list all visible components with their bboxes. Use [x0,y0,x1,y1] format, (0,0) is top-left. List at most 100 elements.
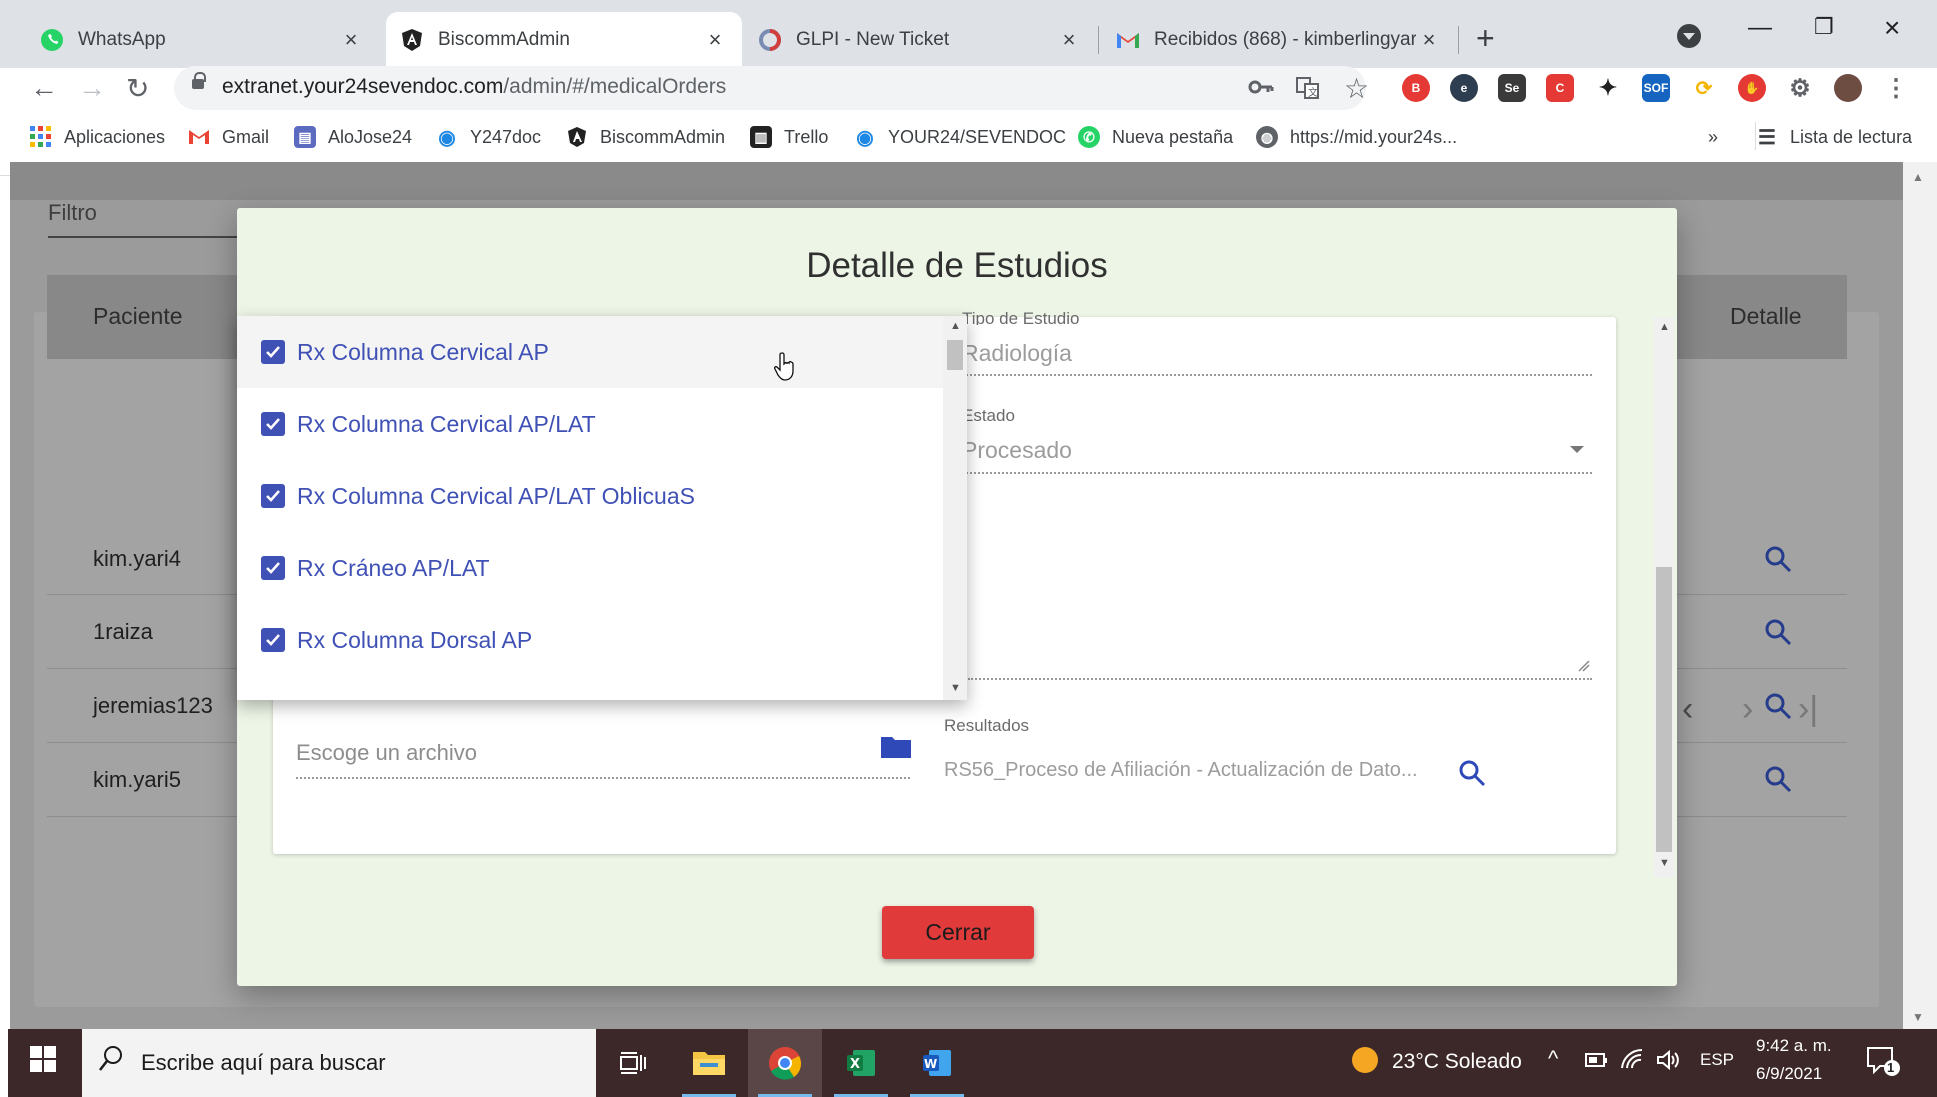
previous-page-icon[interactable]: ‹ [1682,690,1693,729]
restore-icon[interactable]: ❐ [1814,14,1834,40]
chrome-button[interactable] [748,1029,822,1097]
windows-start-icon[interactable] [30,1046,56,1072]
adblock-icon[interactable]: ✋ [1738,74,1766,102]
list-item[interactable]: Rx Columna Cervical AP/LAT OblicuaS [237,460,943,532]
list-item[interactable]: Rx Cráneo AP/LAT [237,532,943,604]
minimize-icon[interactable]: — [1748,14,1772,42]
scroll-up-icon[interactable]: ▲ [1659,321,1670,333]
bookmark-biscommadmin[interactable]: BiscommAdmin [566,124,725,150]
close-window-icon[interactable]: × [1884,12,1900,44]
page-scrollbar[interactable]: ▲ ▼ [1903,162,1937,1029]
extension-icon[interactable]: B [1402,74,1430,102]
tab-whatsapp[interactable]: WhatsApp × [26,12,378,68]
menu-icon[interactable]: ⋮ [1882,74,1910,102]
tab-glpi[interactable]: GLPI - New Ticket × [744,12,1096,68]
bookmark-star-icon[interactable]: ☆ [1344,72,1369,105]
scroll-down-icon[interactable]: ▼ [950,682,961,694]
url-text[interactable]: extranet.your24sevendoc.com/admin/#/medi… [222,75,726,99]
chevron-down-icon[interactable] [1570,446,1584,453]
clock-date[interactable]: 6/9/2021 [1756,1064,1822,1084]
wifi-icon[interactable] [1620,1048,1644,1070]
checkbox-checked-icon[interactable] [261,412,285,436]
extension-icon[interactable]: C [1546,74,1574,102]
show-hidden-icons-chevron-icon[interactable]: ^ [1548,1046,1558,1072]
close-tab-icon[interactable]: × [1416,27,1442,53]
bookmark-mid[interactable]: ◍ https://mid.your24s... [1256,124,1457,150]
tab-search-icon[interactable] [1677,24,1701,48]
key-icon[interactable] [1248,76,1274,104]
scroll-down-icon[interactable]: ▼ [1659,857,1670,869]
clock-time[interactable]: 9:42 a. m. [1756,1036,1832,1056]
bookmark-nueva-pestana[interactable]: ✆ Nueva pestaña [1078,124,1233,150]
notification-center-icon[interactable] [1866,1046,1902,1076]
last-page-icon[interactable]: ›| [1798,690,1818,729]
file-input[interactable]: Escoge un archivo [296,740,477,766]
search-icon[interactable] [1764,692,1792,720]
forward-icon[interactable]: → [78,72,106,104]
volume-icon[interactable] [1656,1049,1682,1071]
notes-textarea[interactable] [962,490,1592,672]
weather-text[interactable]: 23°C Soleado [1392,1050,1522,1074]
close-tab-icon[interactable]: × [702,27,728,53]
search-icon[interactable] [1764,765,1792,793]
close-button[interactable]: Cerrar [882,906,1034,959]
checkbox-checked-icon[interactable] [261,340,285,364]
extension-icon[interactable]: e [1450,74,1478,102]
scroll-up-icon[interactable]: ▲ [950,320,961,332]
close-tab-icon[interactable]: × [1056,27,1082,53]
dialog-scrollbar[interactable]: ▲ ▼ [1654,317,1674,877]
search-icon[interactable] [1458,759,1486,787]
translate-icon[interactable]: 文 [1296,76,1320,107]
scrollbar-thumb[interactable] [1656,567,1672,852]
bookmark-y247doc[interactable]: ◉ Y247doc [436,124,541,150]
battery-icon[interactable] [1584,1050,1608,1070]
tab-biscommadmin[interactable]: BiscommAdmin × [386,12,742,68]
scroll-up-icon[interactable]: ▲ [1912,170,1924,184]
reading-list-button[interactable]: ☰ Lista de lectura [1756,124,1912,150]
sof-icon[interactable]: SOF [1642,74,1670,102]
back-icon[interactable]: ← [30,72,58,104]
sun-icon[interactable] [1350,1045,1380,1075]
folder-icon[interactable] [880,733,912,759]
list-item[interactable]: Rx Columna Cervical AP [237,316,943,388]
reload-icon[interactable]: ↻ [126,72,149,105]
notification-badge: 1 [1887,1060,1895,1075]
new-tab-button[interactable]: + [1476,20,1495,57]
bookmark-trello[interactable]: ▥ Trello [750,124,828,150]
page-icon: ▤ [294,126,316,148]
bookmark-apps[interactable]: Aplicaciones [30,124,165,150]
checkbox-checked-icon[interactable] [261,484,285,508]
list-item[interactable]: Rx Columna Dorsal AP [237,604,943,676]
bookmarks-overflow-button[interactable]: » [1708,124,1718,150]
status-select[interactable]: Procesado [962,437,1072,464]
extension-icon[interactable]: ✦ [1594,74,1622,102]
selenium-icon[interactable]: Se [1498,74,1526,102]
bookmark-gmail[interactable]: Gmail [188,124,269,150]
word-button[interactable]: W [900,1029,974,1097]
close-tab-icon[interactable]: × [338,27,364,53]
task-view-button[interactable] [596,1029,670,1097]
next-page-icon[interactable]: › [1742,690,1753,729]
scroll-down-icon[interactable]: ▼ [1912,1010,1924,1024]
bookmark-alojose24[interactable]: ▤ AloJose24 [294,124,412,150]
checkbox-checked-icon[interactable] [261,556,285,580]
scrollbar-thumb[interactable] [947,340,963,370]
excel-button[interactable]: X [824,1029,898,1097]
column-header-patient[interactable]: Paciente [93,303,183,330]
filter-input[interactable] [48,236,238,238]
file-explorer-button[interactable] [672,1029,746,1097]
extension-icon[interactable]: ⟳ [1690,74,1718,102]
checkbox-checked-icon[interactable] [261,628,285,652]
list-item[interactable]: Rx Columna Cervical AP/LAT [237,388,943,460]
dropdown-scrollbar[interactable]: ▲ ▼ [943,316,967,700]
search-icon[interactable] [1764,618,1792,646]
url-host: extranet.your24sevendoc.com [222,75,504,98]
puzzle-icon[interactable]: ⚙ [1786,74,1814,102]
language-indicator[interactable]: ESP [1700,1050,1734,1070]
tab-gmail[interactable]: Recibidos (868) - kimberlingyarih × [1102,12,1456,68]
resize-handle-icon[interactable] [1578,660,1590,672]
bookmark-your24sevendoc[interactable]: ◉ YOUR24/SEVENDOC [854,124,1066,150]
search-icon[interactable] [1764,545,1792,573]
lock-icon[interactable] [192,72,206,89]
avatar[interactable] [1834,74,1862,102]
